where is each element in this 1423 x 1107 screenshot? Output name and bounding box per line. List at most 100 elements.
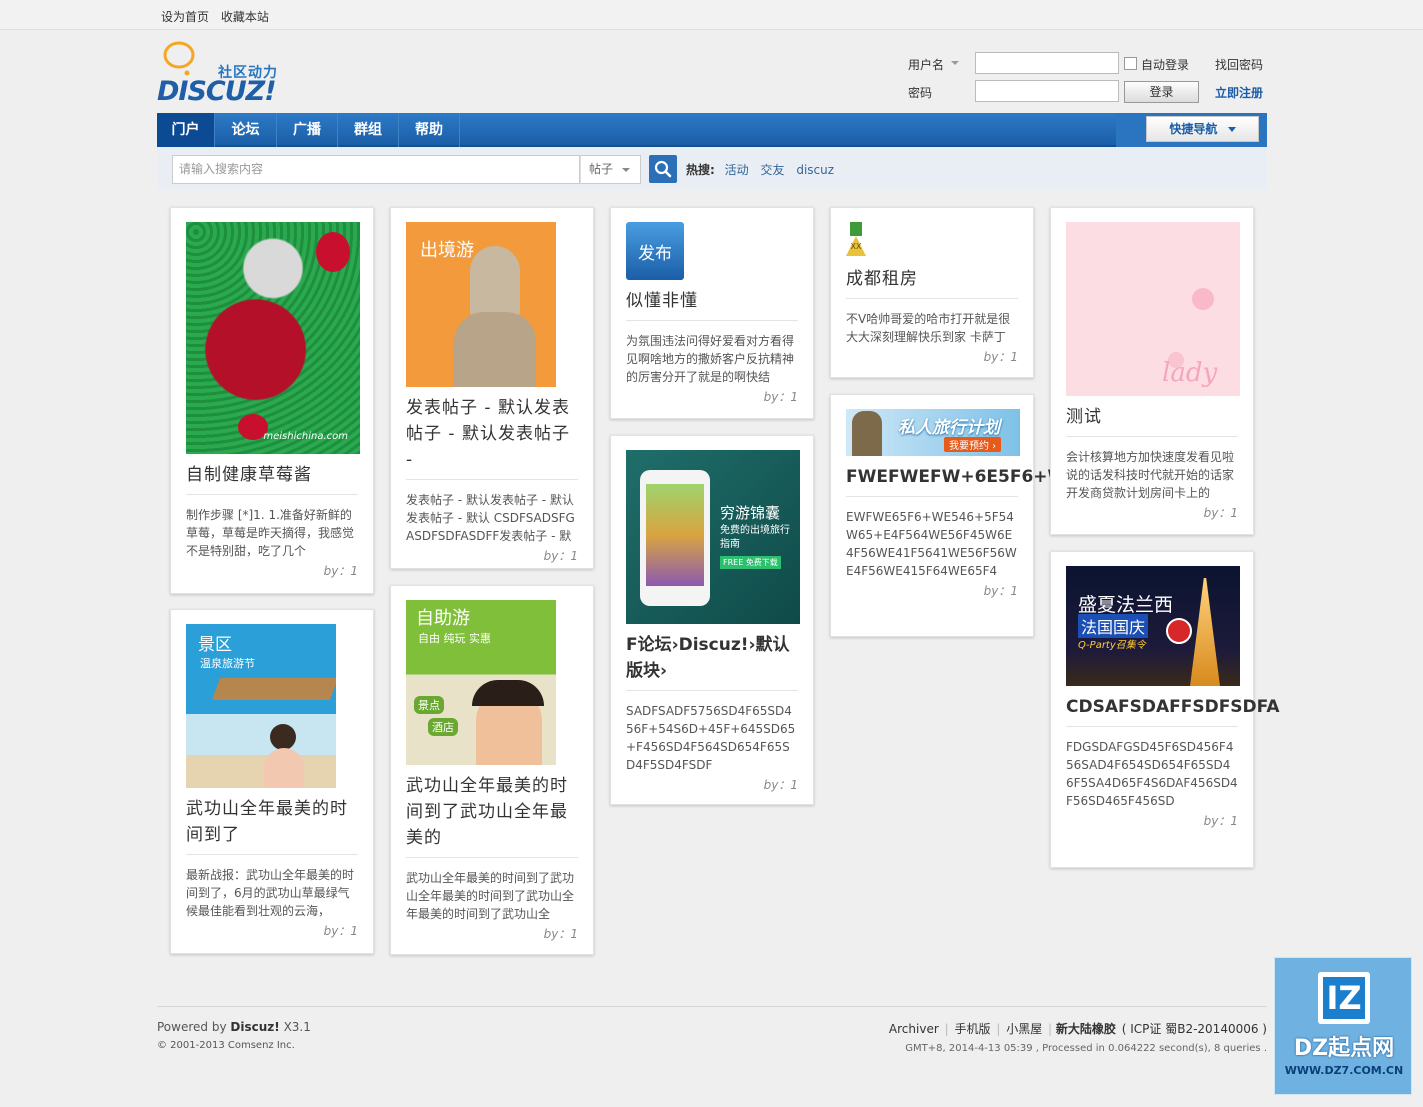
main-nav: 门户 论坛 广播 群组 帮助 快捷导航: [157, 113, 1267, 147]
post-title[interactable]: 成都租房: [846, 266, 1018, 299]
search-type-label: 帖子: [589, 162, 614, 176]
chevron-down-icon: [622, 168, 630, 172]
image-caption: 盛夏法兰西: [1078, 594, 1174, 616]
site-logo[interactable]: 社区动力 DISCUZ!: [157, 40, 292, 107]
post-card[interactable]: XX 成都租房 不V哈帅哥爱的哈市打开就是很大大深刻理解快乐到家 卡萨丁 by：…: [830, 207, 1034, 378]
footer-link-blackroom[interactable]: 小黑屋: [1006, 1022, 1042, 1036]
image-caption: 景区: [198, 635, 232, 655]
post-image[interactable]: 盛夏法兰西 法国国庆 Q-Party召集令: [1066, 566, 1240, 686]
post-card[interactable]: 盛夏法兰西 法国国庆 Q-Party召集令 CDSAFSDAFFSDFSDFA …: [1050, 551, 1279, 868]
login-form: 用户名 自动登录 找回密码 密码 登录 立即注册: [907, 52, 1267, 108]
post-image[interactable]: meishichina.com: [186, 222, 360, 454]
post-title[interactable]: 武功山全年最美的时间到了: [186, 796, 358, 855]
nav-item-broadcast[interactable]: 广播: [277, 113, 338, 147]
post-image[interactable]: 穷游锦囊 免费的出境旅行指南 FREE 免费下载: [626, 450, 800, 624]
post-card[interactable]: 自助游 自由 纯玩 实惠 景点 酒店 武功山全年最美的时间到了武功山全年最美的 …: [390, 585, 594, 955]
search-bar: 请输入搜索内容 帖子 热搜: 活动 交友 discuz: [157, 147, 1267, 189]
hot-term[interactable]: 活动: [725, 163, 749, 177]
footer-site-name[interactable]: 新大陆橡胶: [1056, 1022, 1116, 1036]
hot-term[interactable]: discuz: [796, 163, 834, 177]
post-image[interactable]: lady: [1066, 222, 1240, 396]
post-author[interactable]: by：1: [846, 348, 1018, 366]
post-author[interactable]: by：1: [626, 388, 798, 406]
set-home-link[interactable]: 设为首页: [161, 10, 209, 24]
copyright[interactable]: © 2001-2013 Comsenz Inc.: [157, 1040, 311, 1051]
nav-item-help[interactable]: 帮助: [399, 113, 460, 147]
image-caption: 私人旅行计划: [898, 418, 1000, 438]
footer-link-archiver[interactable]: Archiver: [889, 1022, 939, 1036]
post-image[interactable]: 发布: [626, 222, 684, 280]
watermark-badge: IZ DZ起点网 WWW.DZ7.COM.CN: [1274, 957, 1412, 1095]
image-caption: meishichina.com: [263, 431, 348, 442]
footer-link-mobile[interactable]: 手机版: [954, 1022, 990, 1036]
post-title[interactable]: 自制健康草莓酱: [186, 462, 358, 495]
find-password-link[interactable]: 找回密码: [1215, 56, 1263, 73]
search-input[interactable]: 请输入搜索内容: [172, 155, 580, 184]
post-image[interactable]: XX: [846, 222, 866, 258]
post-card[interactable]: lady 测试 会计核算地方加快速度发看见啦说的话发科技时代就开始的话家开发商贷…: [1050, 207, 1254, 535]
hot-term[interactable]: 交友: [760, 163, 784, 177]
post-card[interactable]: meishichina.com 自制健康草莓酱 制作步骤 [*]1. 1.准备好…: [170, 207, 374, 594]
search-type-select[interactable]: 帖子: [580, 155, 641, 184]
image-subcaption: 温泉旅游节: [200, 657, 255, 670]
post-card[interactable]: 穷游锦囊 免费的出境旅行指南 FREE 免费下载 F论坛›Discuz!›默认版…: [610, 435, 814, 805]
username-input[interactable]: [975, 52, 1119, 74]
footer-divider: [157, 1006, 1267, 1007]
footer-icp[interactable]: ( ICP证 蜀B2-20140006 ): [1122, 1022, 1267, 1036]
post-card[interactable]: 景区 温泉旅游节 武功山全年最美的时间到了 最新战报：武功山全年最美的时间到了，…: [170, 609, 374, 954]
post-image[interactable]: 私人旅行计划 我要预约 ›: [846, 409, 1020, 456]
image-caption: XX: [850, 242, 862, 251]
post-card[interactable]: 出境游 发表帖子 - 默认发表帖子 - 默认发表帖子 - 发表帖子 - 默认发表…: [390, 207, 594, 569]
post-author[interactable]: by：1: [406, 547, 578, 565]
post-card[interactable]: 私人旅行计划 我要预约 › FWEFWEFW+6E5F6+WE4F6+5 EWF…: [830, 394, 1139, 637]
image-caption: 自助游: [416, 608, 470, 629]
nav-item-portal[interactable]: 门户: [157, 113, 215, 147]
image-subcaption: 法国国庆: [1078, 614, 1149, 638]
post-author[interactable]: by：1: [1066, 812, 1238, 830]
post-title[interactable]: 武功山全年最美的时间到了武功山全年最美的: [406, 773, 578, 858]
image-caption: lady: [1162, 358, 1218, 388]
image-subcaption: 免费的出境旅行指南: [720, 525, 790, 550]
post-author[interactable]: by：1: [626, 776, 798, 794]
post-title[interactable]: CDSAFSDAFFSDFSDFA: [1066, 694, 1279, 727]
username-label[interactable]: 用户名: [908, 56, 944, 73]
post-title[interactable]: F论坛›Discuz!›默认版块›: [626, 632, 798, 691]
powered-by-brand[interactable]: Discuz!: [230, 1020, 279, 1034]
nav-item-forum[interactable]: 论坛: [215, 113, 277, 147]
post-author[interactable]: by：1: [186, 922, 358, 940]
image-caption: 穷游锦囊: [720, 504, 781, 522]
post-summary: 为氛围违法问得好爱看对方看得见啊啥地方的撒娇客户反抗精神的厉害分开了就是的啊快结: [626, 334, 795, 384]
post-summary: 最新战报：武功山全年最美的时间到了，6月的武功山草最绿气候最佳能看到壮观的云海，: [186, 868, 355, 918]
nav-item-groups[interactable]: 群组: [338, 113, 399, 147]
post-title[interactable]: 发表帖子 - 默认发表帖子 - 默认发表帖子 -: [406, 395, 578, 480]
watermark-logo-text: DZ起点网: [1293, 1036, 1395, 1061]
search-button[interactable]: [649, 155, 677, 183]
bookmark-link[interactable]: 收藏本站: [221, 10, 269, 24]
post-summary: EWFWE65F6+WE546+5F54W65+E4F564WE56F45W6E…: [846, 510, 1017, 578]
auto-login-label[interactable]: 自动登录: [1141, 56, 1189, 73]
chevron-down-icon[interactable]: [951, 61, 959, 65]
post-author[interactable]: by：1: [1066, 504, 1238, 522]
post-title[interactable]: 测试: [1066, 404, 1238, 437]
image-subcaption: 自由 纯玩 实惠: [418, 632, 491, 645]
post-image[interactable]: 景区 温泉旅游节: [186, 624, 336, 788]
version-label: X3.1: [283, 1020, 311, 1034]
search-icon: [654, 160, 672, 178]
post-title[interactable]: FWEFWEFW+6E5F6+WE4F6+5: [846, 464, 1139, 497]
quick-nav-button[interactable]: 快捷导航: [1146, 116, 1259, 142]
login-button[interactable]: 登录: [1124, 81, 1199, 103]
post-title[interactable]: 似懂非懂: [626, 288, 798, 321]
watermark-url: WWW.DZ7.COM.CN: [1284, 1064, 1404, 1077]
footer-right: Archiver | 手机版 | 小黑屋 | 新大陆橡胶 ( ICP证 蜀B2-…: [888, 1022, 1267, 1054]
post-author[interactable]: by：1: [846, 582, 1018, 600]
image-tag: FREE 免费下载: [720, 556, 781, 569]
password-input[interactable]: [975, 80, 1119, 102]
post-author[interactable]: by：1: [406, 925, 578, 943]
auto-login-checkbox[interactable]: [1124, 57, 1137, 70]
post-card[interactable]: 发布 似懂非懂 为氛围违法问得好爱看对方看得见啊啥地方的撒娇客户反抗精神的厉害分…: [610, 207, 814, 419]
post-image[interactable]: 出境游: [406, 222, 556, 387]
post-image[interactable]: 自助游 自由 纯玩 实惠 景点 酒店: [406, 600, 556, 765]
post-summary: 会计核算地方加快速度发看见啦说的话发科技时代就开始的话家开发商贷款计划房间卡上的: [1066, 450, 1235, 500]
register-link[interactable]: 立即注册: [1215, 84, 1263, 101]
post-author[interactable]: by：1: [186, 562, 358, 580]
